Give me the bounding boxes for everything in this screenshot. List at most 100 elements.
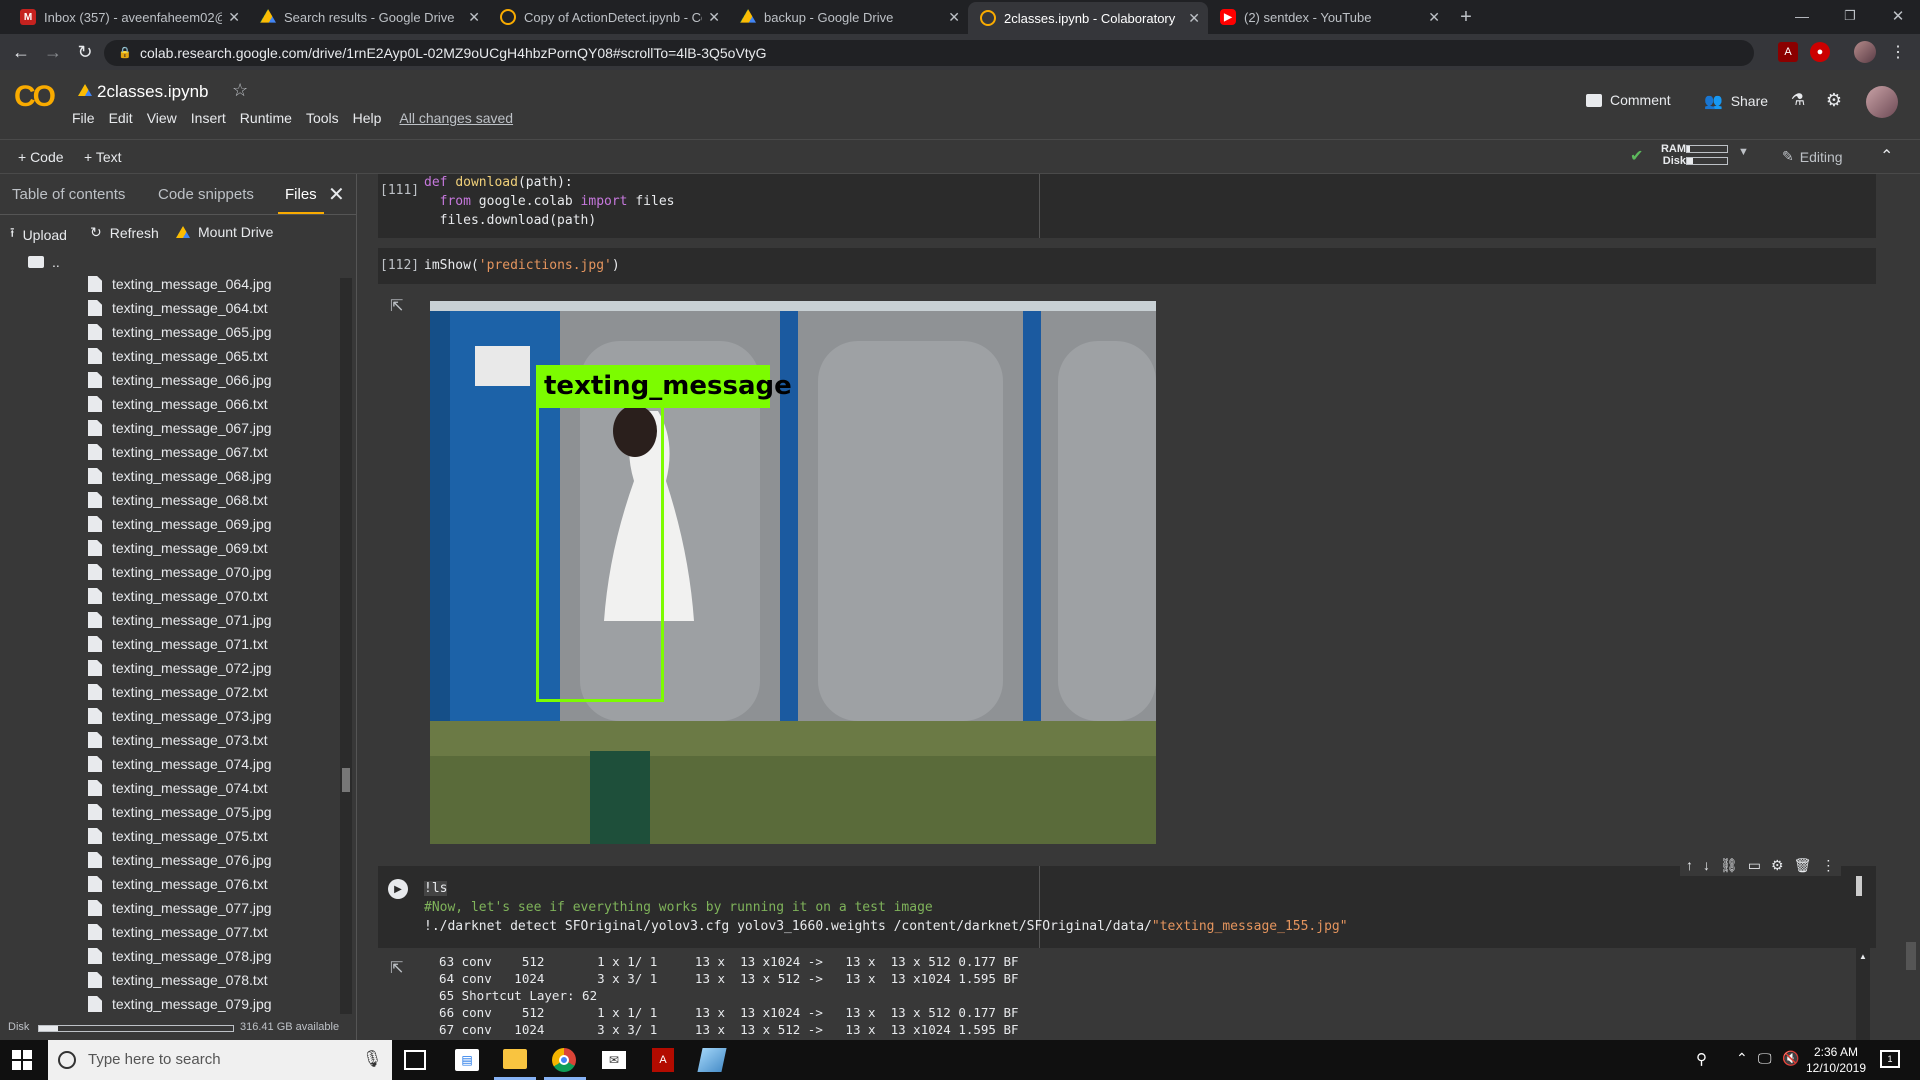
move-up-icon[interactable]: ↑ bbox=[1686, 857, 1693, 874]
cell-scrollbar-thumb[interactable] bbox=[1856, 876, 1862, 896]
file-list-item[interactable]: texting_message_071.txt bbox=[88, 632, 268, 656]
comment-icon[interactable]: ▭ bbox=[1748, 857, 1761, 874]
file-list-item[interactable]: texting_message_077.jpg bbox=[88, 896, 272, 920]
cell-settings-icon[interactable]: ⚙ bbox=[1771, 857, 1784, 874]
file-list-item[interactable]: texting_message_075.txt bbox=[88, 824, 268, 848]
cell-111-code[interactable]: def download(path): from google.colab im… bbox=[424, 173, 674, 230]
file-list-item[interactable]: texting_message_072.txt bbox=[88, 680, 268, 704]
link-icon[interactable]: ⛓ bbox=[1720, 857, 1738, 874]
close-sidebar-icon[interactable]: ✕ bbox=[328, 182, 345, 207]
reload-icon[interactable]: ↻ bbox=[74, 42, 96, 62]
tab-code-snippets[interactable]: Code snippets bbox=[158, 186, 254, 203]
file-list-item[interactable]: texting_message_066.jpg bbox=[88, 368, 272, 392]
file-explorer-icon[interactable] bbox=[503, 1049, 527, 1069]
close-icon[interactable]: ✕ bbox=[1428, 9, 1440, 26]
notebook-scrollbar-thumb[interactable] bbox=[1906, 942, 1916, 970]
file-list-item[interactable]: texting_message_070.jpg bbox=[88, 560, 272, 584]
taskbar-search-box[interactable]: Type here to search 🎙 bbox=[48, 1040, 392, 1080]
new-tab-icon[interactable]: + bbox=[1455, 6, 1477, 28]
share-button[interactable]: 👥 Share bbox=[1704, 92, 1768, 110]
file-list-item[interactable]: texting_message_067.txt bbox=[88, 440, 268, 464]
windows-start-icon[interactable] bbox=[10, 1049, 34, 1071]
restore-icon[interactable]: ❐ bbox=[1840, 6, 1860, 26]
file-list-item[interactable]: texting_message_079.jpg bbox=[88, 992, 272, 1016]
file-list-item[interactable]: texting_message_064.txt bbox=[88, 296, 268, 320]
menu-view[interactable]: View bbox=[147, 110, 177, 126]
close-icon[interactable]: ✕ bbox=[228, 9, 240, 26]
app-icon[interactable] bbox=[697, 1048, 727, 1072]
chrome-icon[interactable] bbox=[552, 1048, 576, 1072]
close-window-icon[interactable]: ✕ bbox=[1888, 6, 1908, 26]
file-list-item[interactable]: texting_message_069.jpg bbox=[88, 512, 272, 536]
chevron-down-icon[interactable]: ▼ bbox=[1738, 146, 1749, 158]
close-icon[interactable]: ✕ bbox=[468, 9, 480, 26]
file-list-item[interactable]: texting_message_074.jpg bbox=[88, 752, 272, 776]
refresh-button[interactable]: ↻ Refresh bbox=[90, 224, 159, 241]
menu-edit[interactable]: Edit bbox=[109, 110, 133, 126]
tab-gmail[interactable]: M Inbox (357) - aveenfaheem02@g ✕ bbox=[8, 0, 248, 34]
colab-logo[interactable]: CO bbox=[14, 80, 56, 114]
flask-icon[interactable]: ⚗ bbox=[1788, 90, 1808, 110]
menu-file[interactable]: File bbox=[72, 110, 95, 126]
tab-table-of-contents[interactable]: Table of contents bbox=[12, 186, 125, 203]
output-indicator-icon[interactable]: ⇱ bbox=[390, 296, 403, 316]
file-list-item[interactable]: texting_message_070.txt bbox=[88, 584, 268, 608]
mount-drive-button[interactable]: Mount Drive bbox=[176, 224, 273, 240]
delete-icon[interactable]: 🗑 bbox=[1794, 857, 1812, 874]
menu-help[interactable]: Help bbox=[353, 110, 382, 126]
task-view-icon[interactable] bbox=[404, 1050, 426, 1070]
notebook-title[interactable]: 2classes.ipynb bbox=[97, 82, 209, 102]
file-list-item[interactable]: texting_message_078.txt bbox=[88, 968, 268, 992]
file-list-item[interactable]: texting_message_076.txt bbox=[88, 872, 268, 896]
clock[interactable]: 2:36 AM 12/10/2019 bbox=[1804, 1044, 1868, 1076]
microphone-icon[interactable]: 🎙 bbox=[362, 1049, 382, 1069]
save-status[interactable]: All changes saved bbox=[399, 110, 513, 126]
close-icon[interactable]: ✕ bbox=[1188, 10, 1200, 27]
upload-button[interactable]: ⭱ Upload bbox=[10, 224, 67, 246]
file-list-item[interactable]: texting_message_071.jpg bbox=[88, 608, 272, 632]
parent-directory[interactable]: .. bbox=[28, 254, 60, 270]
tab-youtube[interactable]: ▶ (2) sentdex - YouTube ✕ bbox=[1208, 0, 1448, 34]
account-avatar[interactable] bbox=[1866, 86, 1898, 118]
move-down-icon[interactable]: ↓ bbox=[1703, 857, 1710, 874]
file-list-item[interactable]: texting_message_075.jpg bbox=[88, 800, 272, 824]
file-list-item[interactable]: texting_message_068.jpg bbox=[88, 464, 272, 488]
output-indicator-icon[interactable]: ⇱ bbox=[390, 958, 403, 978]
forward-icon[interactable]: → bbox=[42, 42, 64, 62]
file-list-item[interactable]: texting_message_073.jpg bbox=[88, 704, 272, 728]
add-code-button[interactable]: + Code bbox=[18, 149, 64, 165]
close-icon[interactable]: ✕ bbox=[948, 9, 960, 26]
collapse-header-icon[interactable]: ⌃ bbox=[1880, 146, 1893, 166]
tab-drive-search[interactable]: Search results - Google Drive ✕ bbox=[248, 0, 488, 34]
chrome-menu-icon[interactable]: ⋮ bbox=[1888, 42, 1908, 62]
star-icon[interactable]: ☆ bbox=[232, 80, 248, 101]
output-scrollbar[interactable]: ▲ bbox=[1856, 948, 1870, 1040]
tab-files[interactable]: Files bbox=[285, 186, 317, 203]
extension-icon[interactable]: ● bbox=[1810, 42, 1830, 62]
file-list-item[interactable]: texting_message_064.jpg bbox=[88, 272, 272, 296]
more-icon[interactable]: ⋮ bbox=[1821, 857, 1835, 874]
close-icon[interactable]: ✕ bbox=[708, 9, 720, 26]
chevron-up-icon[interactable]: ⌃ bbox=[1736, 1050, 1748, 1067]
file-list-item[interactable]: texting_message_077.txt bbox=[88, 920, 268, 944]
minimize-icon[interactable]: — bbox=[1792, 6, 1812, 26]
volume-muted-icon[interactable]: 🔇 bbox=[1782, 1050, 1799, 1067]
file-list-item[interactable]: texting_message_072.jpg bbox=[88, 656, 272, 680]
add-text-button[interactable]: + Text bbox=[84, 149, 122, 165]
run-cell-icon[interactable]: ▶ bbox=[388, 879, 408, 899]
scrollbar-thumb[interactable] bbox=[342, 768, 350, 792]
resource-labels[interactable]: RAM Disk bbox=[1650, 143, 1686, 167]
tab-drive-backup[interactable]: backup - Google Drive ✕ bbox=[728, 0, 968, 34]
settings-gear-icon[interactable]: ⚙ bbox=[1824, 90, 1844, 110]
network-icon[interactable]: 🖵 bbox=[1758, 1050, 1772, 1067]
mail-icon[interactable]: ✉ bbox=[602, 1051, 626, 1069]
file-list-item[interactable]: texting_message_065.txt bbox=[88, 344, 268, 368]
file-list-item[interactable]: texting_message_067.jpg bbox=[88, 416, 272, 440]
file-list-item[interactable]: texting_message_078.jpg bbox=[88, 944, 272, 968]
back-icon[interactable]: ← bbox=[10, 42, 32, 62]
file-list-item[interactable]: texting_message_076.jpg bbox=[88, 848, 272, 872]
menu-insert[interactable]: Insert bbox=[191, 110, 226, 126]
acrobat-icon[interactable]: A bbox=[652, 1048, 674, 1072]
file-list-item[interactable]: texting_message_065.jpg bbox=[88, 320, 272, 344]
file-list-item[interactable]: texting_message_069.txt bbox=[88, 536, 268, 560]
